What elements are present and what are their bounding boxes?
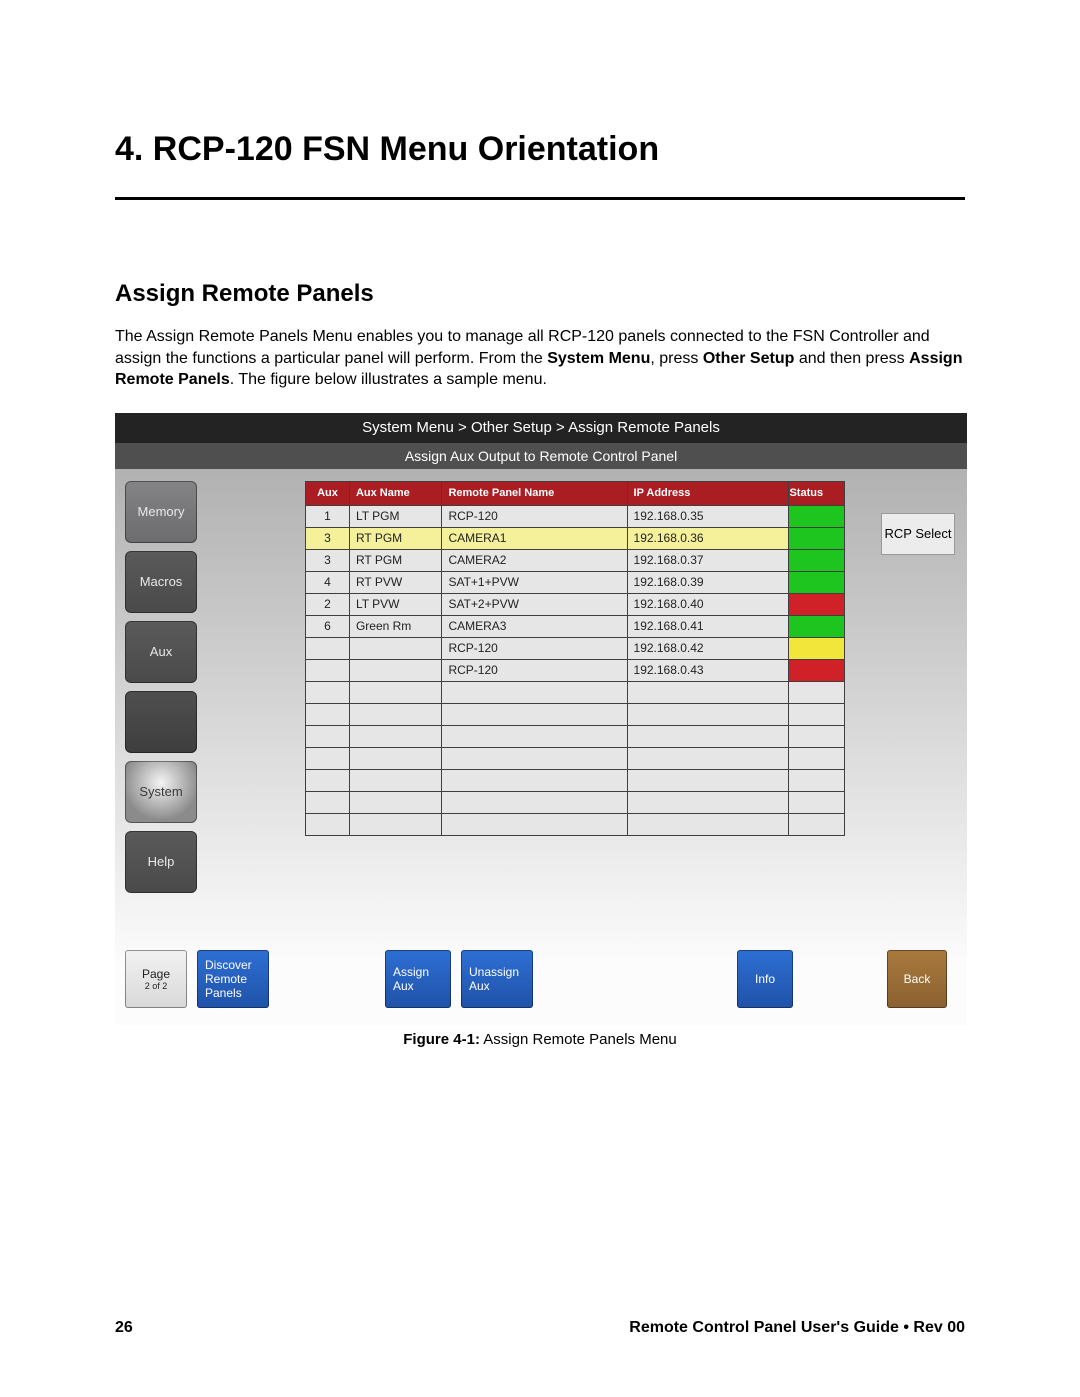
cell-ip-address: 192.168.0.35 (627, 505, 789, 527)
cell-aux-name: RT PGM (349, 549, 442, 571)
cell-aux-name: Green Rm (349, 615, 442, 637)
body-part-3: Other Setup (703, 350, 795, 367)
cell-ip-address: 192.168.0.40 (627, 593, 789, 615)
cell-aux: 3 (306, 527, 350, 549)
table-header-row: Aux Aux Name Remote Panel Name IP Addres… (306, 481, 845, 505)
rcp-select-button[interactable]: RCP Select (881, 513, 955, 555)
cell-aux: 6 (306, 615, 350, 637)
side-button-macros[interactable]: Macros (125, 551, 197, 613)
table-row-empty (306, 769, 845, 791)
cell-remote-panel-name: CAMERA3 (442, 615, 627, 637)
table-row-empty (306, 725, 845, 747)
screenshot-figure: System Menu > Other Setup > Assign Remot… (115, 413, 967, 1025)
table-row[interactable]: 6Green RmCAMERA3192.168.0.41 (306, 615, 845, 637)
body-part-1: System Menu (547, 350, 650, 367)
body-part-6: . The figure below illustrates a sample … (230, 371, 547, 388)
page-footer: 26 Remote Control Panel User's Guide • R… (115, 1319, 965, 1337)
horizontal-rule (115, 197, 965, 200)
cell-status (789, 505, 845, 527)
cell-ip-address: 192.168.0.39 (627, 571, 789, 593)
breadcrumb: System Menu > Other Setup > Assign Remot… (115, 413, 967, 443)
info-button[interactable]: Info (737, 950, 793, 1008)
cell-aux-name (349, 659, 442, 681)
cell-status (789, 527, 845, 549)
page-number: 26 (115, 1319, 133, 1337)
table-row[interactable]: 1LT PGMRCP-120192.168.0.35 (306, 505, 845, 527)
side-button-memory[interactable]: Memory (125, 481, 197, 543)
cell-status (789, 571, 845, 593)
chapter-title: 4. RCP-120 FSN Menu Orientation (115, 130, 965, 169)
cell-aux-name (349, 637, 442, 659)
table-row-empty (306, 747, 845, 769)
cell-aux (306, 637, 350, 659)
table-row-empty (306, 813, 845, 835)
cell-ip-address: 192.168.0.36 (627, 527, 789, 549)
cell-status (789, 549, 845, 571)
body-part-4: and then press (794, 350, 909, 367)
cell-ip-address: 192.168.0.41 (627, 615, 789, 637)
table-row-empty (306, 703, 845, 725)
table-row[interactable]: RCP-120192.168.0.43 (306, 659, 845, 681)
table-body: 1LT PGMRCP-120192.168.0.353RT PGMCAMERA1… (306, 505, 845, 835)
cell-status (789, 637, 845, 659)
cell-status (789, 659, 845, 681)
th-status: Status (789, 481, 845, 505)
side-button-blank[interactable] (125, 691, 197, 753)
cell-remote-panel-name: SAT+1+PVW (442, 571, 627, 593)
cell-remote-panel-name: RCP-120 (442, 637, 627, 659)
side-button-system[interactable]: System (125, 761, 197, 823)
cell-aux-name: RT PGM (349, 527, 442, 549)
th-aux: Aux (306, 481, 350, 505)
page-sub: 2 of 2 (145, 981, 168, 991)
table-row[interactable]: 4RT PVWSAT+1+PVW192.168.0.39 (306, 571, 845, 593)
th-ip: IP Address (627, 481, 789, 505)
table-row[interactable]: 3RT PGMCAMERA1192.168.0.36 (306, 527, 845, 549)
table-row[interactable]: 3RT PGMCAMERA2192.168.0.37 (306, 549, 845, 571)
cell-aux-name: LT PGM (349, 505, 442, 527)
th-rpn: Remote Panel Name (442, 481, 627, 505)
cell-aux: 4 (306, 571, 350, 593)
table-row-empty (306, 681, 845, 703)
back-button[interactable]: Back (887, 950, 947, 1008)
th-name: Aux Name (349, 481, 442, 505)
screenshot-subtitle: Assign Aux Output to Remote Control Pane… (115, 443, 967, 469)
cell-aux: 3 (306, 549, 350, 571)
cell-remote-panel-name: CAMERA2 (442, 549, 627, 571)
cell-ip-address: 192.168.0.43 (627, 659, 789, 681)
discover-remote-panels-button[interactable]: Discover Remote Panels (197, 950, 269, 1008)
cell-ip-address: 192.168.0.37 (627, 549, 789, 571)
remote-panels-table: Aux Aux Name Remote Panel Name IP Addres… (305, 481, 845, 836)
cell-aux: 2 (306, 593, 350, 615)
table-row-empty (306, 791, 845, 813)
unassign-aux-button[interactable]: Unassign Aux (461, 950, 533, 1008)
cell-aux-name: RT PVW (349, 571, 442, 593)
cell-remote-panel-name: RCP-120 (442, 505, 627, 527)
side-button-help[interactable]: Help (125, 831, 197, 893)
figure-caption: Figure 4-1: Assign Remote Panels Menu (115, 1031, 965, 1048)
page-button[interactable]: Page 2 of 2 (125, 950, 187, 1008)
cell-remote-panel-name: SAT+2+PVW (442, 593, 627, 615)
side-button-aux[interactable]: Aux (125, 621, 197, 683)
cell-aux (306, 659, 350, 681)
cell-status (789, 615, 845, 637)
cell-aux: 1 (306, 505, 350, 527)
side-button-column: Memory Macros Aux System Help (125, 481, 197, 901)
footer-title: Remote Control Panel User's Guide • Rev … (629, 1319, 965, 1337)
cell-ip-address: 192.168.0.42 (627, 637, 789, 659)
table-row[interactable]: 2LT PVWSAT+2+PVW192.168.0.40 (306, 593, 845, 615)
section-title: Assign Remote Panels (115, 280, 965, 308)
cell-aux-name: LT PVW (349, 593, 442, 615)
section-body: The Assign Remote Panels Menu enables yo… (115, 326, 965, 391)
body-part-2: , press (650, 350, 702, 367)
caption-rest: Assign Remote Panels Menu (480, 1031, 677, 1048)
cell-remote-panel-name: RCP-120 (442, 659, 627, 681)
caption-bold: Figure 4-1: (403, 1031, 480, 1048)
assign-aux-button[interactable]: Assign Aux (385, 950, 451, 1008)
cell-remote-panel-name: CAMERA1 (442, 527, 627, 549)
bottom-button-row: Page 2 of 2 Discover Remote Panels Assig… (125, 947, 957, 1011)
cell-status (789, 593, 845, 615)
page-label: Page (142, 967, 170, 981)
table-row[interactable]: RCP-120192.168.0.42 (306, 637, 845, 659)
